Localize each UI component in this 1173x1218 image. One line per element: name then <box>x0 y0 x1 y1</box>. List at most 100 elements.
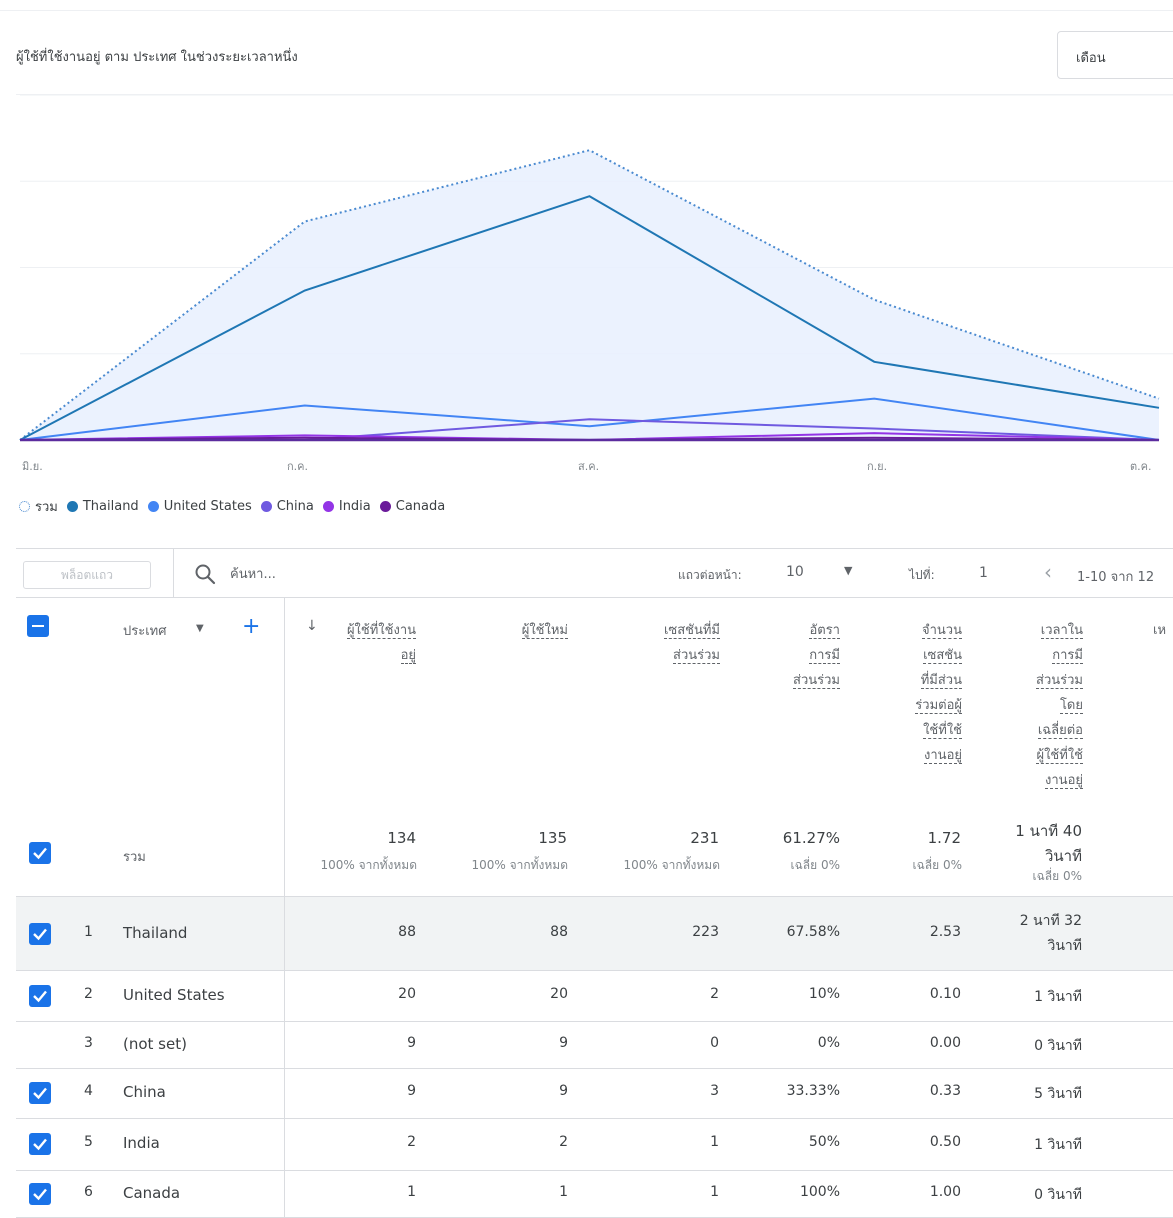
legend-label: Thailand <box>82 499 139 514</box>
page-range: 1-10 จาก 12 <box>1077 570 1155 585</box>
totals-checkbox[interactable] <box>29 842 51 864</box>
cell-avg-time: 0 วินาที <box>1034 1038 1082 1054</box>
table-row[interactable]: 4 China 9 9 3 33.33% 0.33 5 วินาที <box>16 1068 1173 1119</box>
cell-avg-time-line1: 2 นาที 32 <box>1019 913 1082 929</box>
total-sessions-per-user-sub: เฉลี่ย 0% <box>912 858 962 872</box>
chevron-left-icon[interactable]: ‹ <box>1044 560 1052 584</box>
legend-item[interactable]: รวม <box>19 496 58 517</box>
x-tick-label: ก.ค. <box>287 460 309 473</box>
cell-avg-time: 5 วินาที <box>1034 1086 1082 1102</box>
row-checkbox[interactable] <box>29 1082 51 1104</box>
select-all-checkbox[interactable] <box>27 615 49 637</box>
cell-engagement-rate: 100% <box>799 1184 840 1200</box>
cell-new-users: 9 <box>559 1083 568 1099</box>
x-tick-label: ก.ย. <box>867 460 888 473</box>
goto-page-input[interactable] <box>973 562 1039 584</box>
sort-arrow-icon[interactable]: ↓ <box>306 618 318 634</box>
cell-active-users: 20 <box>398 986 416 1002</box>
total-new-users-sub: 100% จากทั้งหมด <box>471 858 568 872</box>
line-chart <box>19 95 1173 442</box>
legend-label: Canada <box>395 499 446 514</box>
legend-dot-icon <box>379 501 391 512</box>
total-avg-time-sub: เฉลี่ย 0% <box>1032 869 1082 883</box>
cell-engaged-sessions: 0 <box>710 1035 719 1051</box>
chart-title: ผู้ใช้ที่ใช้งานอยู่ ตาม ประเทศ ในช่วงระย… <box>16 50 298 65</box>
legend-item[interactable]: India <box>322 499 371 514</box>
total-new-users: 135 <box>538 829 567 847</box>
cell-engagement-rate: 0% <box>817 1035 840 1051</box>
caret-down-icon[interactable]: ▼ <box>196 623 204 634</box>
row-checkbox[interactable] <box>29 1133 51 1155</box>
series-area-total <box>20 150 1159 440</box>
column-divider <box>284 1170 285 1217</box>
cell-avg-time: 1 วินาที <box>1034 1137 1082 1153</box>
legend-item[interactable]: United States <box>147 499 252 514</box>
row-country: China <box>123 1083 166 1101</box>
cell-active-users: 9 <box>407 1083 416 1099</box>
header-engaged-sessions[interactable]: เซสชันที่มี ส่วนร่วม <box>663 618 720 668</box>
cell-engaged-sessions: 2 <box>710 986 719 1002</box>
legend-label: รวม <box>35 500 58 515</box>
period-select[interactable]: เดือน <box>1057 31 1173 79</box>
header-active-users[interactable]: ผู้ใช้ที่ใช้งาน อยู่ <box>346 618 416 668</box>
row-index: 2 <box>84 986 93 1002</box>
legend-label: India <box>338 499 371 514</box>
x-tick-label: ส.ค. <box>578 460 600 473</box>
cell-engaged-sessions: 1 <box>710 1184 719 1200</box>
cell-engaged-sessions: 223 <box>692 924 719 940</box>
row-checkbox[interactable] <box>29 923 51 945</box>
column-divider <box>284 810 285 896</box>
rows-per-page-select[interactable]: 10 <box>786 564 804 580</box>
total-engaged-sessions: 231 <box>690 829 719 847</box>
row-index: 5 <box>84 1134 93 1150</box>
legend-dot-icon <box>19 501 30 512</box>
legend-dot-icon <box>147 501 159 512</box>
plot-rows-button[interactable]: พล็อตแถว <box>23 561 151 589</box>
cell-new-users: 9 <box>559 1035 568 1051</box>
legend-label: China <box>276 499 314 514</box>
table-row[interactable]: 5 India 2 2 1 50% 0.50 1 วินาที <box>16 1118 1173 1171</box>
table-row[interactable]: 3 (not set) 9 9 0 0% 0.00 0 วินาที <box>16 1021 1173 1069</box>
row-checkbox[interactable] <box>29 1183 51 1205</box>
total-active-users: 134 <box>387 829 416 847</box>
cell-avg-time-line2: วินาที <box>1047 938 1082 954</box>
cell-new-users: 2 <box>559 1134 568 1150</box>
header-avg-engagement-time[interactable]: เวลาใน การมี ส่วนร่วม โดย เฉลี่ยต่อ ผู้ใ… <box>1036 618 1083 793</box>
total-engaged-sessions-sub: 100% จากทั้งหมด <box>623 858 720 872</box>
cell-sessions-per-user: 0.10 <box>929 986 961 1002</box>
row-country: India <box>123 1134 160 1152</box>
row-checkbox[interactable] <box>29 985 51 1007</box>
cell-new-users: 1 <box>559 1184 568 1200</box>
cell-avg-time: 1 วินาที <box>1034 989 1082 1005</box>
totals-row: รวม 134 100% จากทั้งหมด 135 100% จากทั้ง… <box>16 810 1173 897</box>
search-input[interactable] <box>228 561 452 587</box>
row-country: Thailand <box>123 924 188 942</box>
dimension-header[interactable]: ประเทศ <box>123 620 166 641</box>
total-active-users-sub: 100% จากทั้งหมด <box>320 858 417 872</box>
legend-label: United States <box>163 499 252 514</box>
cell-engaged-sessions: 3 <box>710 1083 719 1099</box>
total-avg-time-line1: 1 นาที 40 <box>1015 822 1082 840</box>
cell-engagement-rate: 33.33% <box>786 1083 840 1099</box>
cell-active-users: 1 <box>407 1184 416 1200</box>
total-avg-time-line2: วินาที <box>1045 847 1082 865</box>
cell-active-users: 88 <box>398 924 416 940</box>
legend-item[interactable]: Thailand <box>66 499 139 514</box>
legend-item[interactable]: Canada <box>379 499 446 514</box>
cell-engagement-rate: 50% <box>808 1134 840 1150</box>
legend-item[interactable]: China <box>260 499 314 514</box>
header-sessions-per-user[interactable]: จำนวน เซสชัน ที่มีส่วน ร่วมต่อผู้ ใช้ที่… <box>915 618 962 768</box>
caret-down-icon[interactable]: ▼ <box>844 564 852 577</box>
row-country: (not set) <box>123 1035 187 1053</box>
x-tick-label: มิ.ย. <box>22 460 43 473</box>
header-next-column[interactable]: เห <box>1153 618 1166 643</box>
add-dimension-icon[interactable]: + <box>242 614 260 639</box>
header-new-users[interactable]: ผู้ใช้ใหม่ <box>521 618 568 643</box>
table-row[interactable]: 1 Thailand 88 88 223 67.58% 2.53 2 นาที 32 วินาท… <box>16 897 1173 971</box>
cell-sessions-per-user: 1.00 <box>929 1184 961 1200</box>
cell-active-users: 2 <box>407 1134 416 1150</box>
table-row[interactable]: 2 United States 20 20 2 10% 0.10 1 วินาที <box>16 970 1173 1022</box>
table-row[interactable]: 6 Canada 1 1 1 100% 1.00 0 วินาที <box>16 1170 1173 1218</box>
column-divider <box>284 1118 285 1170</box>
header-engagement-rate[interactable]: อัตรา การมี ส่วนร่วม <box>793 618 840 693</box>
